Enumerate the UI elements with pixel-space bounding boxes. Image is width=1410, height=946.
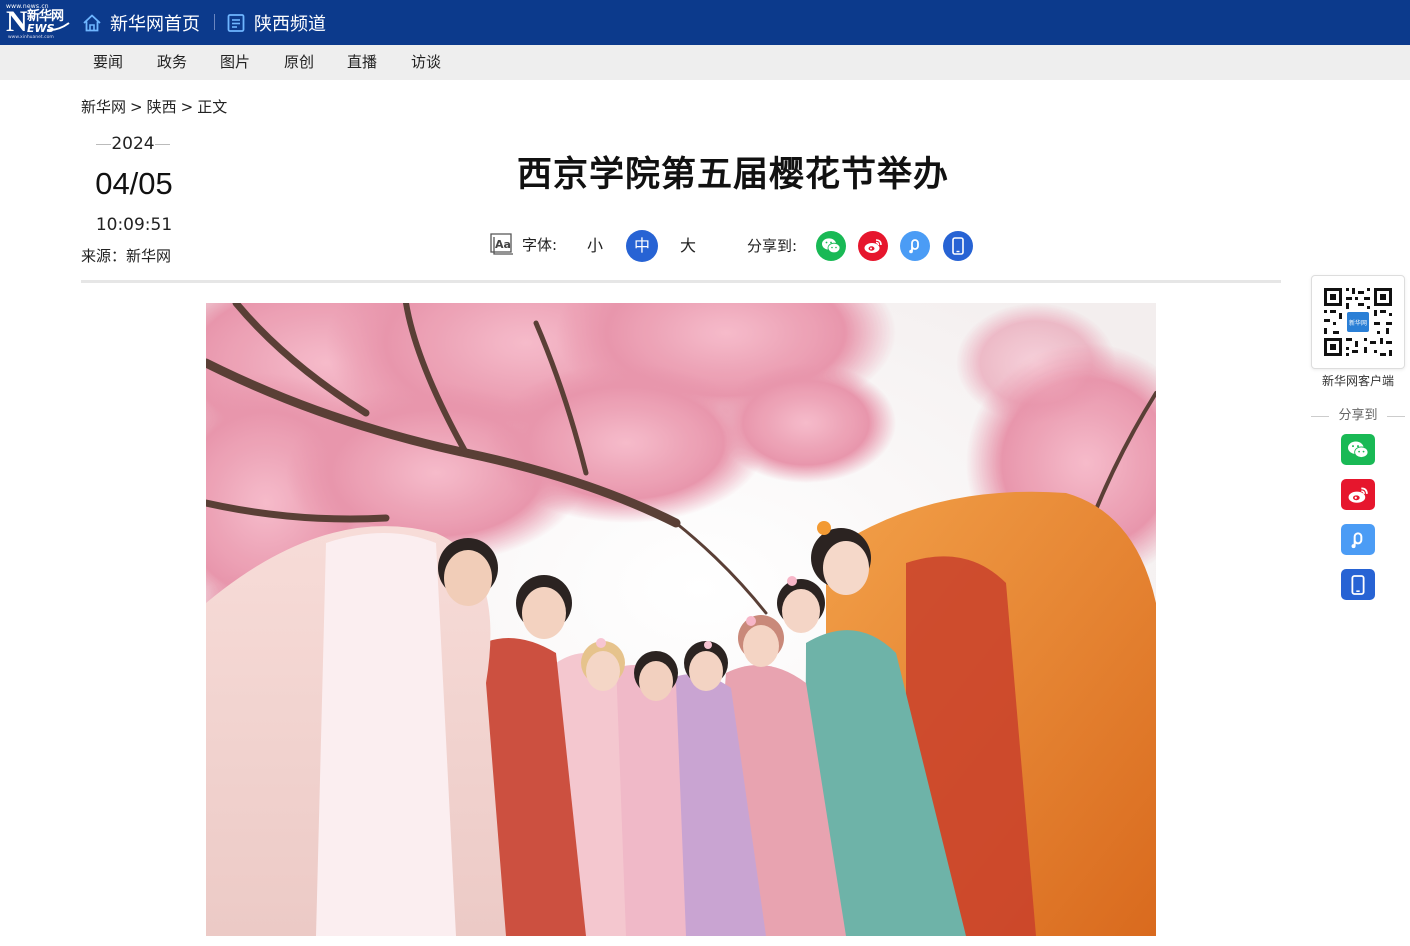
- publish-date: 04/05: [95, 166, 173, 201]
- breadcrumb-item-shaanxi[interactable]: 陕西: [147, 96, 177, 117]
- weibo-icon: [1348, 486, 1368, 503]
- article-source: 来源：新华网: [81, 247, 172, 265]
- side-share-mobile-button[interactable]: [1341, 569, 1375, 600]
- share-label: 分享到:: [747, 237, 798, 255]
- font-size-label: 字体:: [522, 236, 558, 254]
- mobile-icon: [952, 237, 964, 255]
- subnav-item-government[interactable]: 政务: [157, 45, 187, 80]
- breadcrumb-item-home[interactable]: 新华网: [81, 96, 126, 117]
- qr-code-icon: 新华网: [1324, 288, 1392, 356]
- subnav-item-live[interactable]: 直播: [347, 45, 377, 80]
- top-bar: www.news.cn N 新华网 EWS www.xinhuanet.com …: [0, 0, 1410, 45]
- sub-nav: 要闻 政务 图片 原创 直播 访谈: [0, 45, 1410, 80]
- xinhua-logo[interactable]: www.news.cn N 新华网 EWS www.xinhuanet.com: [6, 3, 70, 41]
- font-size-small-button[interactable]: 小: [579, 230, 611, 262]
- subnav-item-news[interactable]: 要闻: [93, 45, 123, 80]
- mobile-icon: [1351, 574, 1365, 595]
- share-wechat-button[interactable]: [816, 231, 846, 261]
- wechat-icon: [1348, 441, 1369, 458]
- breadcrumb: 新华网 > 陕西 > 正文: [81, 96, 227, 117]
- share-mobile-button[interactable]: [943, 231, 973, 261]
- svg-text:Aa: Aa: [495, 238, 511, 251]
- side-share-line-left: [1311, 416, 1329, 417]
- subnav-item-interview[interactable]: 访谈: [411, 45, 441, 80]
- publish-year-text: 2024: [111, 134, 155, 154]
- breadcrumb-separator: >: [130, 98, 143, 116]
- channel-doc-icon: [227, 13, 245, 32]
- nav-separator: [214, 14, 215, 30]
- side-share-label: 分享到: [1311, 407, 1405, 425]
- side-share-line-right: [1387, 416, 1405, 417]
- cherry-blossom-hanfu-photo: [206, 303, 1156, 936]
- link-icon: [909, 239, 919, 254]
- home-link[interactable]: 新华网首页: [82, 0, 200, 45]
- side-share-label-text: 分享到: [1338, 408, 1378, 423]
- side-share-wechat-button[interactable]: [1341, 434, 1375, 465]
- subnav-item-photos[interactable]: 图片: [220, 45, 250, 80]
- year-dash-right: [155, 144, 170, 145]
- link-icon: [1351, 531, 1363, 548]
- share-link-button[interactable]: [900, 231, 930, 261]
- article-main-photo: [206, 303, 1156, 936]
- side-share-link-button[interactable]: [1341, 524, 1375, 555]
- wechat-icon: [822, 238, 841, 254]
- subnav-item-original[interactable]: 原创: [284, 45, 314, 80]
- home-icon: [83, 14, 101, 31]
- app-qr-code[interactable]: 新华网: [1311, 275, 1405, 369]
- share-weibo-button[interactable]: [858, 231, 888, 261]
- publish-time: 10:09:51: [95, 215, 173, 235]
- side-share-weibo-button[interactable]: [1341, 479, 1375, 510]
- logo-swoosh-icon: [46, 22, 70, 32]
- qr-center-logo: 新华网: [1349, 319, 1367, 327]
- breadcrumb-separator: >: [180, 98, 194, 116]
- font-size-medium-button[interactable]: 中: [626, 230, 658, 262]
- breadcrumb-item-current: 正文: [197, 98, 228, 116]
- weibo-icon: [864, 239, 882, 253]
- home-link-label: 新华网首页: [110, 13, 200, 35]
- logo-url-bottom: www.xinhuanet.com: [8, 35, 54, 40]
- font-size-large-button[interactable]: 大: [672, 230, 704, 262]
- font-size-icon: Aa: [490, 233, 513, 255]
- year-dash-left: [96, 144, 111, 145]
- publish-year: 2024: [96, 134, 170, 154]
- channel-link[interactable]: 陕西频道: [226, 0, 326, 45]
- article-title: 西京学院第五届樱花节举办: [516, 155, 949, 195]
- header-divider: [81, 280, 1281, 283]
- channel-link-label: 陕西频道: [254, 13, 326, 35]
- qr-label: 新华网客户端: [1321, 374, 1394, 388]
- logo-letter: N: [6, 5, 28, 38]
